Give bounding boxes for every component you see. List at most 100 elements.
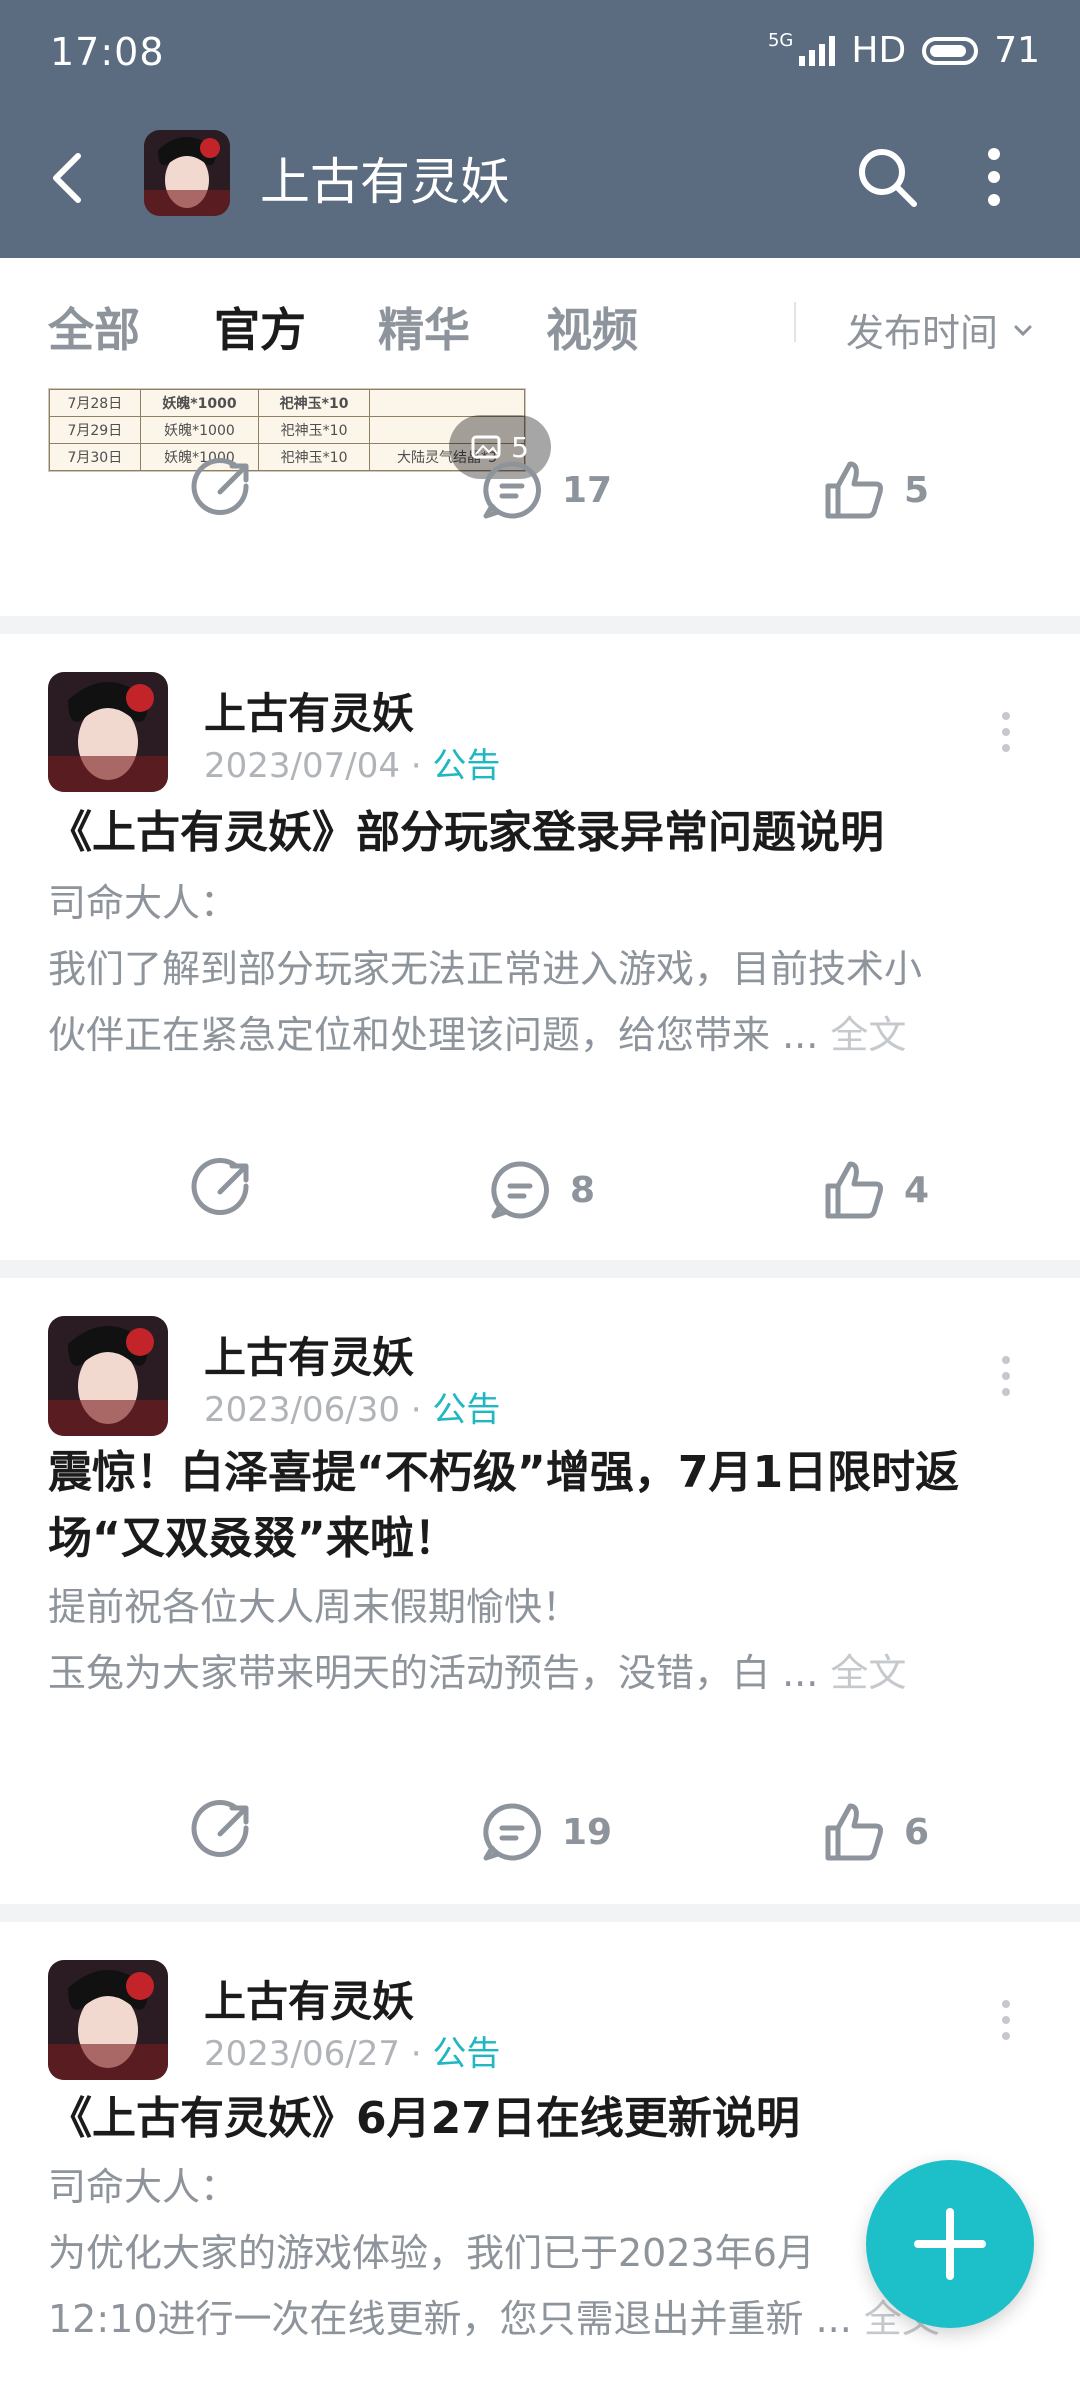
post-actions: 8 4 (0, 1148, 1080, 1238)
post-meta: 2023/06/30 · 公告 (204, 1390, 501, 1430)
post-card[interactable]: 上古有灵妖 2023/06/30 · 公告 震惊！白泽喜提“不朽级”增强，7月1… (0, 1278, 1080, 1904)
thumbs-up-icon (825, 1161, 883, 1219)
excerpt-line: 我们了解到部分玩家无法正常进入游戏，目前技术小 (48, 947, 923, 991)
like-button[interactable]: 6 (822, 1800, 929, 1864)
share-icon (191, 458, 249, 515)
like-button[interactable]: 5 (822, 458, 929, 522)
header: 17:08 5G HD 71 上古有灵妖 (0, 0, 1080, 258)
tab-all[interactable]: 全部 (48, 294, 140, 360)
comment-count: 8 (570, 1169, 596, 1211)
battery-icon (922, 36, 979, 65)
more-options-icon[interactable] (982, 144, 1006, 210)
author-name[interactable]: 上古有灵妖 (204, 680, 414, 741)
back-arrow-icon[interactable] (40, 148, 100, 208)
post-type[interactable]: 公告 (432, 746, 500, 786)
full-text-link[interactable]: 全文 (830, 1651, 906, 1695)
share-button[interactable] (190, 458, 254, 522)
comment-count: 19 (562, 1811, 613, 1853)
thumb-cell: 7月29日 (49, 416, 141, 444)
post-excerpt[interactable]: 提前祝各位大人周末假期愉快！ 玉兔为大家带来明天的活动预告，没错，白 ... 全… (48, 1574, 1032, 1706)
hd-label: HD (851, 30, 907, 71)
nav-title: 上古有灵妖 (260, 153, 510, 211)
excerpt-line: 玉兔为大家带来明天的活动预告，没错，白 ... (48, 1651, 831, 1695)
full-text-link[interactable]: 全文 (830, 1013, 906, 1057)
status-icons: 5G HD 71 (768, 30, 1040, 71)
post-card[interactable]: 上古有灵妖 2023/07/04 · 公告 《上古有灵妖》部分玩家登录异常问题说… (0, 634, 1080, 1260)
signal-icon (799, 35, 836, 66)
share-icon (191, 1800, 249, 1857)
thumb-cell: 妖魄*1000 (139, 389, 260, 417)
search-icon[interactable] (852, 142, 922, 212)
thumb-cell: 祀神玉*10 (258, 389, 370, 417)
status-time: 17:08 (50, 30, 165, 74)
thumb-cell: 祀神玉*10 (258, 416, 370, 444)
post-title[interactable]: 震惊！白泽喜提“不朽级”增强，7月1日限时返 场“又双叒叕”来啦！ (48, 1440, 1032, 1572)
post-date: 2023/06/27 (204, 2034, 400, 2074)
battery-level: 71 (994, 30, 1040, 71)
sort-divider (794, 302, 796, 342)
network-type: 5G (767, 30, 794, 51)
comment-button[interactable]: 8 (488, 1158, 595, 1222)
post-more-icon[interactable] (1000, 1354, 1012, 1398)
card-divider (0, 616, 1080, 634)
card-divider (0, 1904, 1080, 1922)
post-card[interactable]: 上古有灵妖 2023/06/27 · 公告 《上古有灵妖》6月27日在线更新说明… (0, 1922, 1080, 2400)
post-title[interactable]: 《上古有灵妖》6月27日在线更新说明 (48, 2086, 1032, 2152)
like-count: 5 (904, 469, 930, 511)
post-more-icon[interactable] (1000, 1998, 1012, 2042)
post-card-partial[interactable]: 7月28日 妖魄*1000 祀神玉*10 7月29日 妖魄*1000 祀神玉*1… (0, 378, 1080, 628)
comment-button[interactable]: 17 (480, 458, 612, 522)
thumbs-up-icon (825, 1803, 883, 1861)
thumb-cell: 7月28日 (49, 389, 141, 417)
excerpt-line: 伙伴正在紧急定位和处理该问题，给您带来 ... (48, 1013, 831, 1057)
comment-icon (483, 1803, 541, 1861)
tab-video[interactable]: 视频 (546, 294, 638, 360)
excerpt-line: 司命大人： (48, 881, 239, 925)
share-button[interactable] (190, 1800, 254, 1864)
comment-button[interactable]: 19 (480, 1800, 612, 1864)
comment-count: 17 (562, 469, 613, 511)
title-line: 场“又双叒叕”来啦！ (48, 1513, 458, 1564)
post-actions: 17 5 (0, 448, 1080, 538)
author-name[interactable]: 上古有灵妖 (204, 1968, 414, 2029)
thumb-cell (368, 389, 526, 417)
like-count: 6 (904, 1811, 930, 1853)
sort-label: 发布时间 (846, 311, 999, 355)
app-root: 17:08 5G HD 71 上古有灵妖 全部 官方 精华 视频 发布时间 7月… (0, 0, 1080, 2400)
card-divider (0, 1260, 1080, 1278)
post-meta: 2023/06/27 · 公告 (204, 2034, 501, 2074)
post-meta: 2023/07/04 · 公告 (204, 746, 501, 786)
feed: 全部 官方 精华 视频 发布时间 7月28日 妖魄*1000 祀神玉*10 7月… (0, 258, 1080, 2400)
post-more-icon[interactable] (1000, 710, 1012, 754)
share-button[interactable] (190, 1158, 254, 1222)
chevron-down-icon (1014, 325, 1032, 336)
excerpt-line: 12:10进行一次在线更新，您只需退出并重新 ... (48, 2297, 864, 2341)
author-name[interactable]: 上古有灵妖 (204, 1324, 414, 1385)
thumbs-up-icon (825, 461, 883, 519)
post-actions: 19 6 (0, 1790, 1080, 1880)
avatar[interactable] (48, 1960, 168, 2080)
tab-featured[interactable]: 精华 (378, 294, 470, 360)
tab-official[interactable]: 官方 (214, 294, 306, 360)
like-count: 4 (904, 1169, 930, 1211)
sort-dropdown[interactable]: 发布时间 (846, 302, 1034, 357)
post-excerpt[interactable]: 司命大人： 我们了解到部分玩家无法正常进入游戏，目前技术小 伙伴正在紧急定位和处… (48, 870, 1032, 1068)
comment-icon (491, 1161, 549, 1219)
thumb-cell: 妖魄*1000 (139, 416, 260, 444)
like-button[interactable]: 4 (822, 1158, 929, 1222)
post-type[interactable]: 公告 (432, 2034, 500, 2074)
post-title[interactable]: 《上古有灵妖》部分玩家登录异常问题说明 (48, 800, 1032, 866)
title-line: 震惊！白泽喜提“不朽级”增强，7月1日限时返 (48, 1447, 960, 1498)
app-icon (144, 130, 230, 216)
comment-icon (483, 461, 541, 519)
post-date: 2023/06/30 (204, 1390, 400, 1430)
post-date: 2023/07/04 (204, 746, 400, 786)
avatar[interactable] (48, 672, 168, 792)
tab-bar: 全部 官方 精华 视频 发布时间 (0, 258, 1080, 378)
share-icon (191, 1158, 249, 1215)
avatar[interactable] (48, 1316, 168, 1436)
excerpt-line: 提前祝各位大人周末假期愉快！ (48, 1585, 581, 1629)
post-type[interactable]: 公告 (432, 1390, 500, 1430)
nav-bar: 上古有灵妖 (0, 130, 1080, 230)
create-post-button[interactable] (866, 2160, 1034, 2328)
